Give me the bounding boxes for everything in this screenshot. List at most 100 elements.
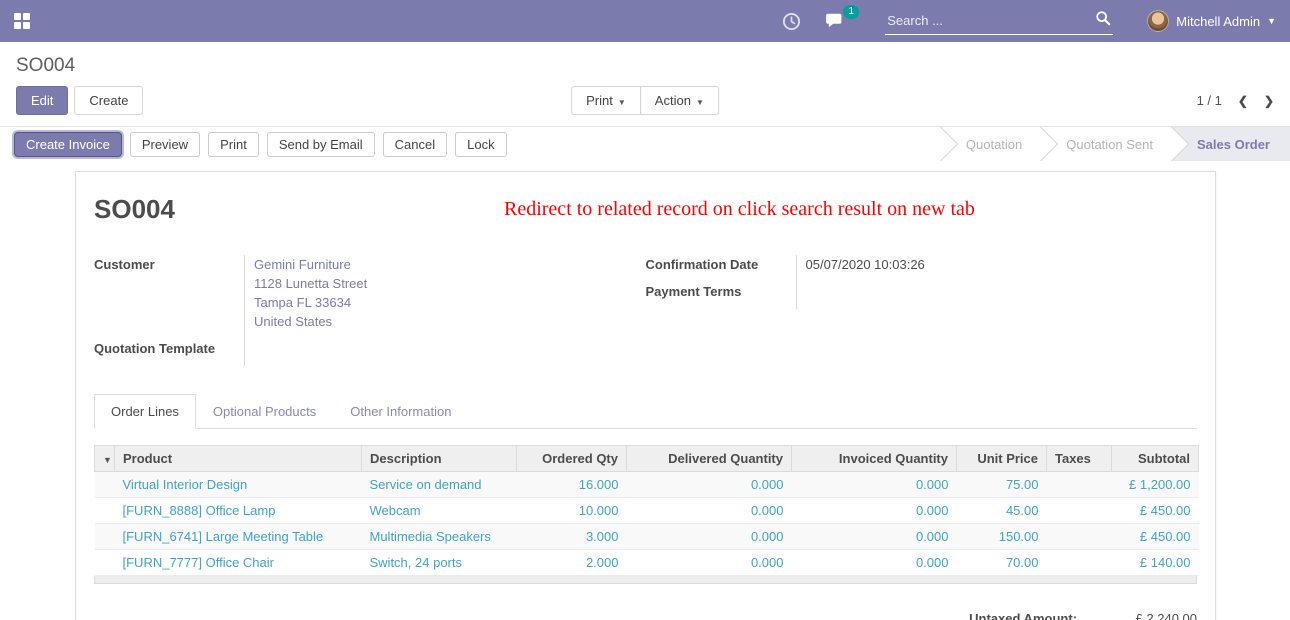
cell-ordered-qty[interactable]: 10.000 <box>517 498 627 524</box>
cell-product[interactable]: [FURN_7777] Office Chair <box>115 550 362 576</box>
cell-taxes[interactable] <box>1047 498 1112 524</box>
cell-description[interactable]: Webcam <box>362 498 517 524</box>
caret-down-icon: ▼ <box>1267 16 1276 26</box>
cell-unit-price[interactable]: 150.00 <box>957 524 1047 550</box>
col-header-subtotal[interactable]: Subtotal <box>1112 446 1199 472</box>
tab-order-lines[interactable]: Order Lines <box>94 394 196 429</box>
col-header-taxes[interactable]: Taxes <box>1047 446 1112 472</box>
search-input[interactable] <box>887 13 1095 28</box>
cell-unit-price[interactable]: 70.00 <box>957 550 1047 576</box>
search-icon[interactable] <box>1095 10 1111 31</box>
preview-button[interactable]: Preview <box>130 132 200 157</box>
statusbar-buttons: Create Invoice Preview Print Send by Ema… <box>0 127 932 161</box>
optional-columns-toggle-icon[interactable]: ▼ <box>103 455 112 465</box>
payment-terms-value[interactable] <box>796 282 1175 309</box>
confirmation-date-label: Confirmation Date <box>646 255 796 282</box>
send-by-email-button[interactable]: Send by Email <box>267 132 375 157</box>
top-navbar: 1 Mitchell Admin ▼ <box>0 0 1290 42</box>
cell-delivered-quantity[interactable]: 0.000 <box>627 524 792 550</box>
cell-invoiced-quantity[interactable]: 0.000 <box>792 524 957 550</box>
table-footer-bar <box>94 576 1197 584</box>
cell-product[interactable]: [FURN_8888] Office Lamp <box>115 498 362 524</box>
customer-label: Customer <box>94 255 244 339</box>
table-row[interactable]: Virtual Interior Design Service on deman… <box>95 472 1199 498</box>
customer-country: United States <box>254 312 623 331</box>
quotation-template-label: Quotation Template <box>94 339 244 366</box>
cell-subtotal[interactable]: £ 450.00 <box>1112 524 1199 550</box>
annotation-text: Redirect to related record on click sear… <box>504 198 975 221</box>
status-lead-separator <box>932 127 940 161</box>
cell-invoiced-quantity[interactable]: 0.000 <box>792 550 957 576</box>
create-button[interactable]: Create <box>74 86 143 115</box>
table-row[interactable]: [FURN_8888] Office Lamp Webcam 10.000 0.… <box>95 498 1199 524</box>
col-header-unit-price[interactable]: Unit Price <box>957 446 1047 472</box>
form-left-column: Customer Gemini Furniture 1128 Lunetta S… <box>94 255 646 366</box>
cancel-button[interactable]: Cancel <box>383 132 447 157</box>
cell-unit-price[interactable]: 75.00 <box>957 472 1047 498</box>
customer-city: Tampa FL 33634 <box>254 293 623 312</box>
print-dropdown[interactable]: Print▼ <box>571 86 641 115</box>
cell-description[interactable]: Service on demand <box>362 472 517 498</box>
navbar-right-group: 1 Mitchell Admin ▼ <box>770 7 1276 35</box>
print-button[interactable]: Print <box>208 132 259 157</box>
form-sheet: SO004 Redirect to related record on clic… <box>75 171 1216 620</box>
cell-taxes[interactable] <box>1047 550 1112 576</box>
control-panel-buttons: Edit Create Print▼ Action▼ 1 / 1 ❮ ❯ <box>0 77 1290 126</box>
col-header-description[interactable]: Description <box>362 446 517 472</box>
col-header-ordered-qty[interactable]: Ordered Qty <box>517 446 627 472</box>
cell-delivered-quantity[interactable]: 0.000 <box>627 472 792 498</box>
form-fields: Customer Gemini Furniture 1128 Lunetta S… <box>94 255 1197 366</box>
messages-count-badge: 1 <box>843 5 859 19</box>
cell-description[interactable]: Multimedia Speakers <box>362 524 517 550</box>
untaxed-amount-value: £ 2,240.00 <box>1077 611 1197 620</box>
pager-next-icon[interactable]: ❯ <box>1264 94 1274 108</box>
cell-subtotal[interactable]: £ 450.00 <box>1112 498 1199 524</box>
create-invoice-button[interactable]: Create Invoice <box>14 132 122 157</box>
cell-delivered-quantity[interactable]: 0.000 <box>627 498 792 524</box>
user-menu[interactable]: Mitchell Admin ▼ <box>1133 10 1276 32</box>
cell-subtotal[interactable]: £ 1,200.00 <box>1112 472 1199 498</box>
col-header-product[interactable]: Product <box>115 446 362 472</box>
messages-chat-icon[interactable]: 1 <box>825 12 847 30</box>
cell-unit-price[interactable]: 45.00 <box>957 498 1047 524</box>
tab-other-information[interactable]: Other Information <box>333 394 468 429</box>
totals-section: Untaxed Amount: £ 2,240.00 <box>94 611 1197 620</box>
quotation-template-value[interactable] <box>244 339 623 366</box>
table-row[interactable]: [FURN_7777] Office Chair Switch, 24 port… <box>95 550 1199 576</box>
status-quotation-sent[interactable]: Quotation Sent <box>1040 127 1171 161</box>
cell-description[interactable]: Switch, 24 ports <box>362 550 517 576</box>
cell-taxes[interactable] <box>1047 524 1112 550</box>
global-search <box>885 7 1113 35</box>
customer-name[interactable]: Gemini Furniture <box>254 255 623 274</box>
pager-counter: 1 / 1 <box>1197 93 1222 108</box>
caret-down-icon: ▼ <box>696 98 704 107</box>
action-buttons-group: Print▼ Action▼ <box>571 86 719 115</box>
customer-street: 1128 Lunetta Street <box>254 274 623 293</box>
avatar <box>1147 10 1169 32</box>
breadcrumb: SO004 <box>16 55 1290 77</box>
customer-value[interactable]: Gemini Furniture 1128 Lunetta Street Tam… <box>244 255 623 339</box>
activities-clock-icon[interactable] <box>782 12 801 31</box>
col-header-invoiced-quantity[interactable]: Invoiced Quantity <box>792 446 957 472</box>
cell-invoiced-quantity[interactable]: 0.000 <box>792 498 957 524</box>
table-row[interactable]: [FURN_6741] Large Meeting Table Multimed… <box>95 524 1199 550</box>
form-right-column: Confirmation Date 05/07/2020 10:03:26 Pa… <box>646 255 1198 366</box>
cell-taxes[interactable] <box>1047 472 1112 498</box>
confirmation-date-value: 05/07/2020 10:03:26 <box>796 255 1175 282</box>
cell-ordered-qty[interactable]: 2.000 <box>517 550 627 576</box>
cell-subtotal[interactable]: £ 140.00 <box>1112 550 1199 576</box>
apps-grid-icon[interactable] <box>14 13 30 29</box>
edit-button[interactable]: Edit <box>16 86 68 115</box>
cell-ordered-qty[interactable]: 3.000 <box>517 524 627 550</box>
caret-down-icon: ▼ <box>618 98 626 107</box>
tab-optional-products[interactable]: Optional Products <box>196 394 333 429</box>
cell-product[interactable]: [FURN_6741] Large Meeting Table <box>115 524 362 550</box>
cell-product[interactable]: Virtual Interior Design <box>115 472 362 498</box>
cell-delivered-quantity[interactable]: 0.000 <box>627 550 792 576</box>
pager-previous-icon[interactable]: ❮ <box>1238 94 1248 108</box>
col-header-delivered-quantity[interactable]: Delivered Quantity <box>627 446 792 472</box>
lock-button[interactable]: Lock <box>455 132 506 157</box>
cell-ordered-qty[interactable]: 16.000 <box>517 472 627 498</box>
cell-invoiced-quantity[interactable]: 0.000 <box>792 472 957 498</box>
action-dropdown[interactable]: Action▼ <box>640 86 719 115</box>
